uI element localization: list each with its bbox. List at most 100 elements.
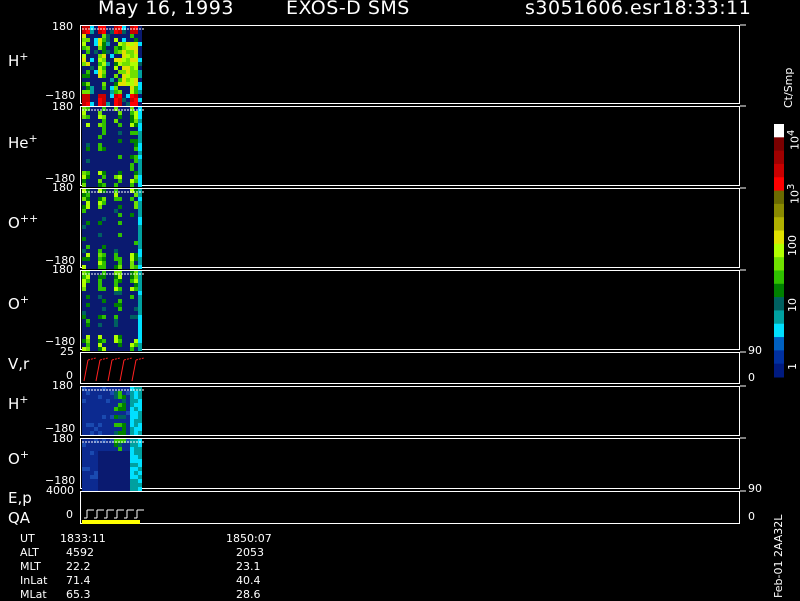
spectrogram-cell [118,237,122,241]
spectrogram-cell [114,459,118,463]
spectrogram-cell [122,467,126,471]
spectrogram-cell [106,183,110,187]
spectrogram-cell [86,395,90,399]
spectrogram-cell [138,74,142,78]
spectrogram-cell [90,257,94,261]
spectrogram-cell [86,451,90,455]
spectrogram-cell [90,54,94,58]
spectrogram-cell [130,407,134,411]
panel-label-o-plus-plus: O++ [8,212,39,232]
spectrogram-cell [94,411,98,415]
spectrogram-cell [114,159,118,163]
spectrogram-cell [82,46,86,50]
spectrogram-cell [86,399,90,403]
spectrogram-cell [86,90,90,94]
spectrogram-cell [126,319,130,323]
spectrogram-cell [134,237,138,241]
spectrogram-cell [134,102,138,106]
colorbar-unit-label: Ct/Smp [782,67,795,108]
spectrogram-cell [102,327,106,331]
spectrogram-cell [86,147,90,151]
spectrogram-cell [106,303,110,307]
spectrogram-cell [94,295,98,299]
spectrogram-cell [122,90,126,94]
spectrogram-cell [118,323,122,327]
spectrogram-cell [138,193,142,197]
spectrogram-cell [82,151,86,155]
spectrogram-cell [90,411,94,415]
spectrogram-cell [122,459,126,463]
spectrogram-cell [118,451,122,455]
spectrogram-cell [98,279,102,283]
spectrogram-cell [86,303,90,307]
spectrogram-cell [138,175,142,179]
spectrogram-cell [86,155,90,159]
spectrogram-cell [110,58,114,62]
spectrogram-cell [118,82,122,86]
spectrogram-cell [82,205,86,209]
spectrogram-cell [122,419,126,423]
spectrogram-cell [126,347,130,351]
spectrogram-cell [106,279,110,283]
spectrogram-cell [126,443,130,447]
spectrogram-cell [130,275,134,279]
spectrogram-cell [106,155,110,159]
spectrogram-cell [94,70,98,74]
spectrogram-cell [138,241,142,245]
spectrogram-cell [126,331,130,335]
spectrogram-cell [82,90,86,94]
spectrogram-cell [110,443,114,447]
spectrogram-cell [110,419,114,423]
spectrogram-cell [122,307,126,311]
spectrogram-cell [118,163,122,167]
spectrogram-cell [86,159,90,163]
spectrogram-cell [134,163,138,167]
spectrogram-cell [94,391,98,395]
spectrogram-cell [86,459,90,463]
spectrogram-cell [98,303,102,307]
spectrogram-cell [126,283,130,287]
spectrogram-cell [122,423,126,427]
spectrogram-cell [90,347,94,351]
spectrogram-cell [110,403,114,407]
spectrogram-cell [90,311,94,315]
spectrogram-cell [118,347,122,351]
colorbar-swatch [774,310,784,325]
spectrogram-cell [130,319,134,323]
spectrogram-cell [106,451,110,455]
spectrogram-cell [130,311,134,315]
spectrogram-cell [126,183,130,187]
spectrogram-cell [86,265,90,269]
spectrogram-cell [102,34,106,38]
spectrogram-cell [102,323,106,327]
spectrogram-cell [110,287,114,291]
spectrogram-cell [110,205,114,209]
spectrogram-cell [122,86,126,90]
spectrogram-cell [118,427,122,431]
spectrogram-cell [114,147,118,151]
spectrogram-cell [138,163,142,167]
spectrogram-cell [110,241,114,245]
spectrogram-cell [110,451,114,455]
spectrogram-cell [106,54,110,58]
spectrogram-cell [138,82,142,86]
spectrogram-cell [82,327,86,331]
spectrogram-cell [138,483,142,487]
spectrogram-cell [114,167,118,171]
spectrogram-cell [138,221,142,225]
spectrogram-cell [82,197,86,201]
spectrogram-cell [102,119,106,123]
spectrogram-cell [126,102,130,106]
spectrogram-cell [94,209,98,213]
spectrogram-cell [106,38,110,42]
spectrogram-cell [122,391,126,395]
spectrogram-cell [82,171,86,175]
spectrogram-cell [94,171,98,175]
spectrogram-cell [118,70,122,74]
spectrogram-cell [82,419,86,423]
spectrogram-cell [102,179,106,183]
spectrogram-cell [138,34,142,38]
spectrogram-cell [122,30,126,34]
spectrogram-cell [122,431,126,435]
spectrogram-cell [130,217,134,221]
